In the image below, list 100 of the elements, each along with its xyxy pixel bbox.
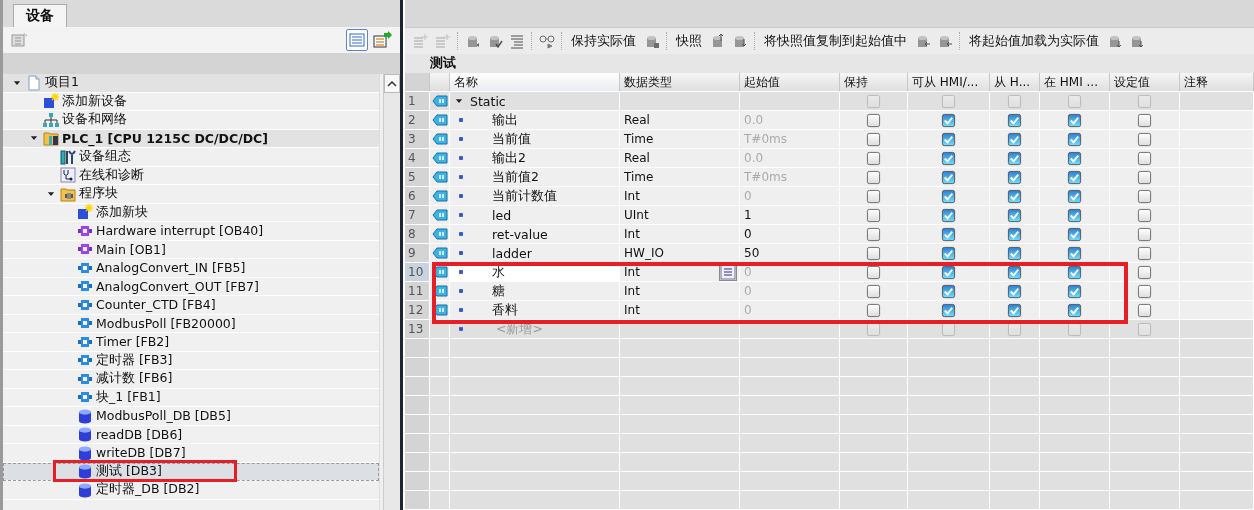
toolbar-button[interactable]: 将起始值加载为实际值 bbox=[967, 31, 1101, 50]
checkbox[interactable] bbox=[1067, 207, 1082, 223]
checkbox[interactable] bbox=[1007, 207, 1022, 223]
checkbox[interactable] bbox=[941, 112, 956, 128]
cell-text: Static bbox=[469, 93, 506, 109]
checkbox[interactable] bbox=[1067, 226, 1082, 242]
database-icon bbox=[77, 407, 93, 424]
checkbox[interactable] bbox=[941, 226, 956, 242]
checkbox[interactable] bbox=[1007, 283, 1022, 299]
checkbox[interactable] bbox=[1067, 169, 1082, 185]
checkbox[interactable] bbox=[1007, 131, 1022, 147]
tree-item[interactable]: 减计数 [FB6] bbox=[3, 370, 379, 389]
block-title: 测试 bbox=[429, 54, 457, 73]
tree-item[interactable]: 在线和诊断 bbox=[3, 166, 379, 185]
checkbox[interactable] bbox=[866, 283, 881, 299]
tree-item[interactable]: 设备和网络 bbox=[3, 111, 379, 130]
column-header[interactable]: 保持 bbox=[840, 73, 908, 92]
list-icon[interactable] bbox=[509, 32, 525, 49]
checkbox[interactable] bbox=[1137, 302, 1152, 318]
checkbox[interactable] bbox=[1067, 112, 1082, 128]
checkbox[interactable] bbox=[941, 131, 956, 147]
tree-item[interactable]: 添加新设备 bbox=[3, 92, 379, 111]
tree-item[interactable]: 项目1 bbox=[3, 74, 379, 93]
checkbox[interactable] bbox=[866, 188, 881, 204]
column-header[interactable]: 设定值 bbox=[1110, 73, 1180, 92]
tree-item[interactable]: 程序块 bbox=[3, 185, 379, 204]
tree-item[interactable]: 设备组态 bbox=[3, 148, 379, 167]
checkbox[interactable] bbox=[1137, 188, 1152, 204]
table-view-icon[interactable] bbox=[346, 29, 368, 51]
tree-item[interactable]: 定时器 [FB3] bbox=[3, 351, 379, 370]
checkbox[interactable] bbox=[1007, 302, 1022, 318]
checkbox[interactable] bbox=[866, 169, 881, 185]
checkbox[interactable] bbox=[1137, 226, 1152, 242]
column-header[interactable]: 在 HMI ... bbox=[1040, 73, 1110, 92]
checkbox[interactable] bbox=[941, 150, 956, 166]
checkbox[interactable] bbox=[941, 207, 956, 223]
checkbox[interactable] bbox=[941, 302, 956, 318]
checkbox[interactable] bbox=[1067, 245, 1082, 261]
checkbox[interactable] bbox=[1137, 131, 1152, 147]
table-cell bbox=[405, 358, 430, 377]
column-header[interactable]: 起始值 bbox=[740, 73, 840, 92]
checkbox[interactable] bbox=[1067, 283, 1082, 299]
tree-item[interactable]: 添加新块 bbox=[3, 203, 379, 222]
tree-item[interactable]: ModbusPoll_DB [DB5] bbox=[3, 407, 379, 426]
checkbox[interactable] bbox=[1067, 150, 1082, 166]
checkbox[interactable] bbox=[1137, 264, 1152, 280]
checkbox[interactable] bbox=[866, 150, 881, 166]
checkbox[interactable] bbox=[1137, 207, 1152, 223]
table-cell bbox=[840, 377, 908, 396]
checkbox[interactable] bbox=[1067, 188, 1082, 204]
tree-item[interactable]: 定时器_DB [DB2] bbox=[3, 481, 379, 500]
tab[interactable]: 设备 bbox=[13, 4, 67, 27]
tree-item[interactable]: Timer [FB2] bbox=[3, 333, 379, 352]
checkbox[interactable] bbox=[866, 245, 881, 261]
checkbox[interactable] bbox=[941, 188, 956, 204]
column-header[interactable]: 从 H... bbox=[990, 73, 1040, 92]
checkbox[interactable] bbox=[1007, 150, 1022, 166]
checkbox[interactable] bbox=[941, 245, 956, 261]
checkbox[interactable] bbox=[941, 283, 956, 299]
checkbox[interactable] bbox=[1137, 245, 1152, 261]
tree-item[interactable]: AnalogConvert_OUT [FB7] bbox=[3, 277, 379, 296]
checkbox[interactable] bbox=[1007, 226, 1022, 242]
column-header[interactable]: 注释 bbox=[1180, 73, 1254, 92]
column-header[interactable]: 可从 HMI/... bbox=[908, 73, 990, 92]
tree-item[interactable]: Counter_CTD [FB4] bbox=[3, 296, 379, 315]
checkbox[interactable] bbox=[1137, 283, 1152, 299]
checkbox[interactable] bbox=[1007, 188, 1022, 204]
glasses-icon[interactable] bbox=[539, 32, 555, 49]
tree-item[interactable]: readDB [DB6] bbox=[3, 425, 379, 444]
checkbox[interactable] bbox=[1007, 245, 1022, 261]
checkbox[interactable] bbox=[866, 207, 881, 223]
tree-item[interactable]: AnalogConvert_IN [FB5] bbox=[3, 259, 379, 278]
cell-text: Int bbox=[624, 284, 640, 298]
column-header[interactable]: 名称 bbox=[450, 73, 620, 92]
checkbox[interactable] bbox=[1137, 150, 1152, 166]
toolbar-button[interactable]: 快照 bbox=[674, 31, 704, 50]
column-header[interactable]: 数据类型 bbox=[620, 73, 740, 92]
checkbox[interactable] bbox=[1067, 131, 1082, 147]
checkbox[interactable] bbox=[866, 112, 881, 128]
checkbox[interactable] bbox=[866, 131, 881, 147]
checkbox[interactable] bbox=[1137, 169, 1152, 185]
checkbox[interactable] bbox=[941, 169, 956, 185]
checkbox[interactable] bbox=[1007, 169, 1022, 185]
scroll-up-button[interactable] bbox=[384, 74, 400, 93]
tree-item[interactable]: Hardware interrupt [OB40] bbox=[3, 222, 379, 241]
toolbar-button[interactable]: 将快照值复制到起始值中 bbox=[762, 31, 909, 50]
tree-item[interactable]: 块_1 [FB1] bbox=[3, 388, 379, 407]
database-up-icon[interactable] bbox=[710, 32, 726, 49]
scrollbar[interactable] bbox=[383, 74, 400, 510]
toolbar-button[interactable]: 保持实际值 bbox=[569, 31, 638, 50]
checkbox[interactable] bbox=[866, 302, 881, 318]
table-export-icon[interactable] bbox=[372, 30, 392, 50]
checkbox[interactable] bbox=[866, 226, 881, 242]
checkbox[interactable] bbox=[1137, 112, 1152, 128]
tree-item[interactable]: Main [OB1] bbox=[3, 240, 379, 259]
tree-item[interactable]: writeDB [DB7] bbox=[3, 444, 379, 463]
checkbox[interactable] bbox=[1007, 112, 1022, 128]
checkbox[interactable] bbox=[1067, 302, 1082, 318]
table-cell bbox=[990, 358, 1040, 377]
tree-item[interactable]: ModbusPoll [FB20000] bbox=[3, 314, 379, 333]
